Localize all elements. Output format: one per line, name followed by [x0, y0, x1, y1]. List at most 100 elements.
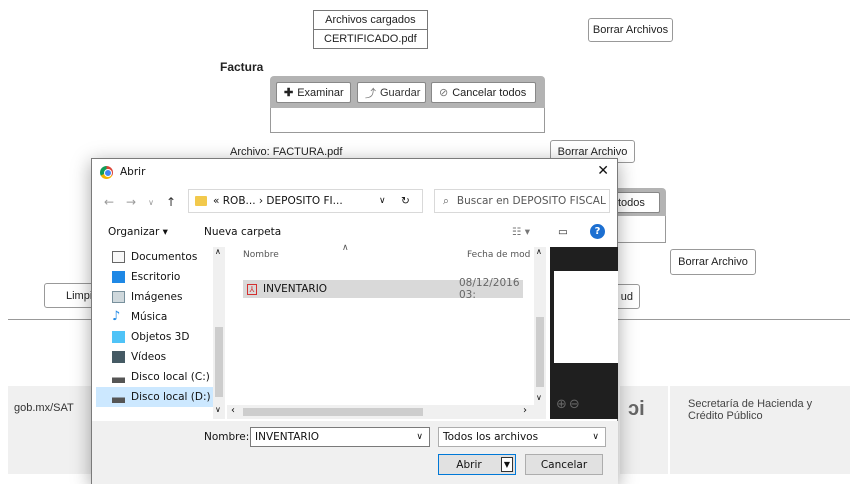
- save-button[interactable]: ⤴ Guardar: [357, 82, 426, 103]
- tree-scroll-thumb[interactable]: [215, 327, 223, 397]
- tree-item-drive-c[interactable]: Disco local (C:): [112, 367, 210, 387]
- drive-icon: [112, 371, 125, 383]
- file-type-select[interactable]: Todos los archivos ∨: [438, 427, 606, 447]
- open-button[interactable]: Abrir ▼: [438, 454, 516, 475]
- tree-item-label: Música: [131, 311, 168, 323]
- loaded-files-table: Archivos cargados CERTIFICADO.pdf: [313, 10, 428, 49]
- cancel-button[interactable]: Cancelar: [525, 454, 603, 475]
- tree-item-label: Objetos 3D: [131, 331, 190, 343]
- up-arrow-icon[interactable]: ↑: [162, 195, 180, 209]
- cancel-icon: ⊘: [439, 87, 449, 99]
- pdf-icon: ⅄: [247, 283, 257, 295]
- filename-input[interactable]: INVENTARIO ∨: [250, 427, 430, 447]
- videos-icon: [112, 351, 125, 363]
- browse-button[interactable]: ✚ Examinar: [276, 82, 351, 103]
- tree-item-label: Escritorio: [131, 271, 181, 283]
- hscroll-thumb[interactable]: [243, 408, 423, 416]
- list-scroll-thumb[interactable]: [536, 317, 544, 387]
- help-icon[interactable]: ?: [590, 224, 605, 239]
- scroll-left-icon[interactable]: ‹: [231, 405, 235, 416]
- upload-icon: ⤴: [365, 87, 376, 100]
- tree-item-desktop[interactable]: Escritorio: [112, 267, 180, 287]
- address-bar[interactable]: « ROB... › DEPOSITO FI... ∨ ↻: [188, 189, 423, 213]
- chrome-icon: [100, 165, 113, 179]
- folder-icon: [195, 196, 207, 206]
- forward-icon[interactable]: →: [122, 195, 140, 209]
- column-name-header[interactable]: Nombre: [243, 250, 279, 257]
- search-input[interactable]: ⌕ Buscar en DEPOSITO FISCAL: [434, 189, 610, 213]
- preview-page: [554, 271, 618, 363]
- logo-icon: ↄi: [628, 398, 645, 420]
- refresh-icon[interactable]: ↻: [401, 195, 410, 207]
- preview-pane-icon[interactable]: ▭: [558, 226, 568, 238]
- scroll-up-icon[interactable]: ∧: [215, 247, 221, 256]
- file-date: 08/12/2016 03:: [459, 277, 520, 301]
- dialog-titlebar: Abrir: [92, 159, 617, 185]
- chevron-down-icon[interactable]: ∨: [592, 432, 599, 442]
- dialog-title: Abrir: [120, 166, 146, 178]
- footer-right-panel: Secretaría de Hacienda y Crédito Público: [670, 386, 850, 474]
- tree-item-drive-d[interactable]: Disco local (D:): [96, 387, 216, 407]
- file-name: INVENTARIO: [263, 283, 328, 295]
- dialog-nav-row: ← → ∨ ↑ « ROB... › DEPOSITO FI... ∨ ↻ ⌕ …: [92, 185, 617, 219]
- factura-drop-area[interactable]: [270, 108, 545, 133]
- delete-file-button-2[interactable]: Borrar Archivo: [670, 249, 756, 275]
- file-list: Nombre ∧ Fecha de mod ⅄ INVENTARIO 08/12…: [227, 243, 547, 419]
- file-type-value: Todos los archivos: [443, 431, 539, 443]
- music-icon: ♪: [112, 309, 121, 324]
- tree-item-label: Disco local (C:): [131, 371, 210, 383]
- scroll-down-icon[interactable]: ∨: [215, 405, 221, 414]
- search-placeholder: Buscar en DEPOSITO FISCAL: [456, 195, 606, 207]
- loaded-file-item: CERTIFICADO.pdf: [313, 29, 428, 49]
- tree-item-documents[interactable]: Documentos: [112, 247, 197, 267]
- tree-item-3d[interactable]: Objetos 3D: [112, 327, 189, 347]
- open-dropdown-icon[interactable]: ▼: [501, 457, 513, 472]
- close-icon[interactable]: ✕: [597, 163, 609, 179]
- preview-controls-icon: ⊕⊖: [556, 397, 582, 412]
- back-icon[interactable]: ←: [100, 195, 118, 209]
- footer-left-panel: gob.mx/SAT: [8, 386, 93, 474]
- view-options-icon[interactable]: ☷ ▾: [512, 226, 530, 238]
- list-scrollbar[interactable]: ∧ ∨: [534, 247, 546, 419]
- factura-upload-toolbar: ✚ Examinar ⤴ Guardar ⊘ Cancelar todos: [270, 76, 545, 108]
- scroll-up-icon[interactable]: ∧: [536, 247, 542, 256]
- search-icon: ⌕: [443, 194, 449, 207]
- list-hscrollbar[interactable]: ‹ ›: [227, 405, 534, 419]
- second-upload-toolbar: todos: [610, 188, 666, 216]
- footer-shcp-text: Secretaría de Hacienda y Crédito Público: [688, 398, 813, 422]
- browse-button-label: Examinar: [297, 86, 344, 99]
- second-drop-area[interactable]: [610, 216, 666, 243]
- dialog-bottom-bar: Nombre: INVENTARIO ∨ Todos los archivos …: [92, 421, 618, 484]
- tree-item-pictures[interactable]: Imágenes: [112, 287, 182, 307]
- cancel-all-button[interactable]: ⊘ Cancelar todos: [431, 82, 536, 103]
- drive-icon: [112, 391, 125, 403]
- column-date-header[interactable]: Fecha de mod: [467, 250, 530, 257]
- sort-up-icon: ∧: [342, 243, 349, 253]
- plus-icon: ✚: [284, 87, 294, 99]
- pictures-icon: [112, 291, 125, 303]
- chevron-down-icon[interactable]: ∨: [416, 432, 423, 442]
- preview-pane: ⊕⊖: [550, 247, 618, 419]
- tree-item-label: Vídeos: [131, 351, 167, 363]
- organize-menu[interactable]: Organizar ▾: [108, 226, 168, 238]
- tree-item-label: Documentos: [131, 251, 198, 263]
- scroll-down-icon[interactable]: ∨: [536, 393, 542, 402]
- footer-sat-link[interactable]: gob.mx/SAT: [14, 402, 74, 414]
- factura-label: Factura: [220, 60, 264, 74]
- breadcrumb: « ROB... › DEPOSITO FI...: [213, 195, 343, 207]
- delete-files-button[interactable]: Borrar Archivos: [588, 18, 673, 42]
- tree-item-music[interactable]: ♪ Música: [112, 307, 167, 327]
- documents-icon: [112, 251, 125, 263]
- scroll-right-icon[interactable]: ›: [523, 405, 527, 416]
- 3d-objects-icon: [112, 331, 125, 343]
- file-row-inventario[interactable]: ⅄ INVENTARIO 08/12/2016 03:: [243, 277, 523, 301]
- chevron-down-icon[interactable]: ∨: [379, 196, 386, 206]
- save-button-label: Guardar: [380, 86, 421, 99]
- loaded-files-header: Archivos cargados: [313, 10, 428, 30]
- tree-item-videos[interactable]: Vídeos: [112, 347, 166, 367]
- dialog-toolbar: Organizar ▾ Nueva carpeta ☷ ▾ ▭ ?: [92, 219, 617, 245]
- new-folder-button[interactable]: Nueva carpeta: [204, 226, 281, 238]
- open-file-dialog: Abrir ✕ ← → ∨ ↑ « ROB... › DEPOSITO FI..…: [91, 158, 618, 484]
- tree-scrollbar[interactable]: ∧ ∨: [213, 247, 225, 419]
- recent-chevron-icon[interactable]: ∨: [142, 198, 160, 207]
